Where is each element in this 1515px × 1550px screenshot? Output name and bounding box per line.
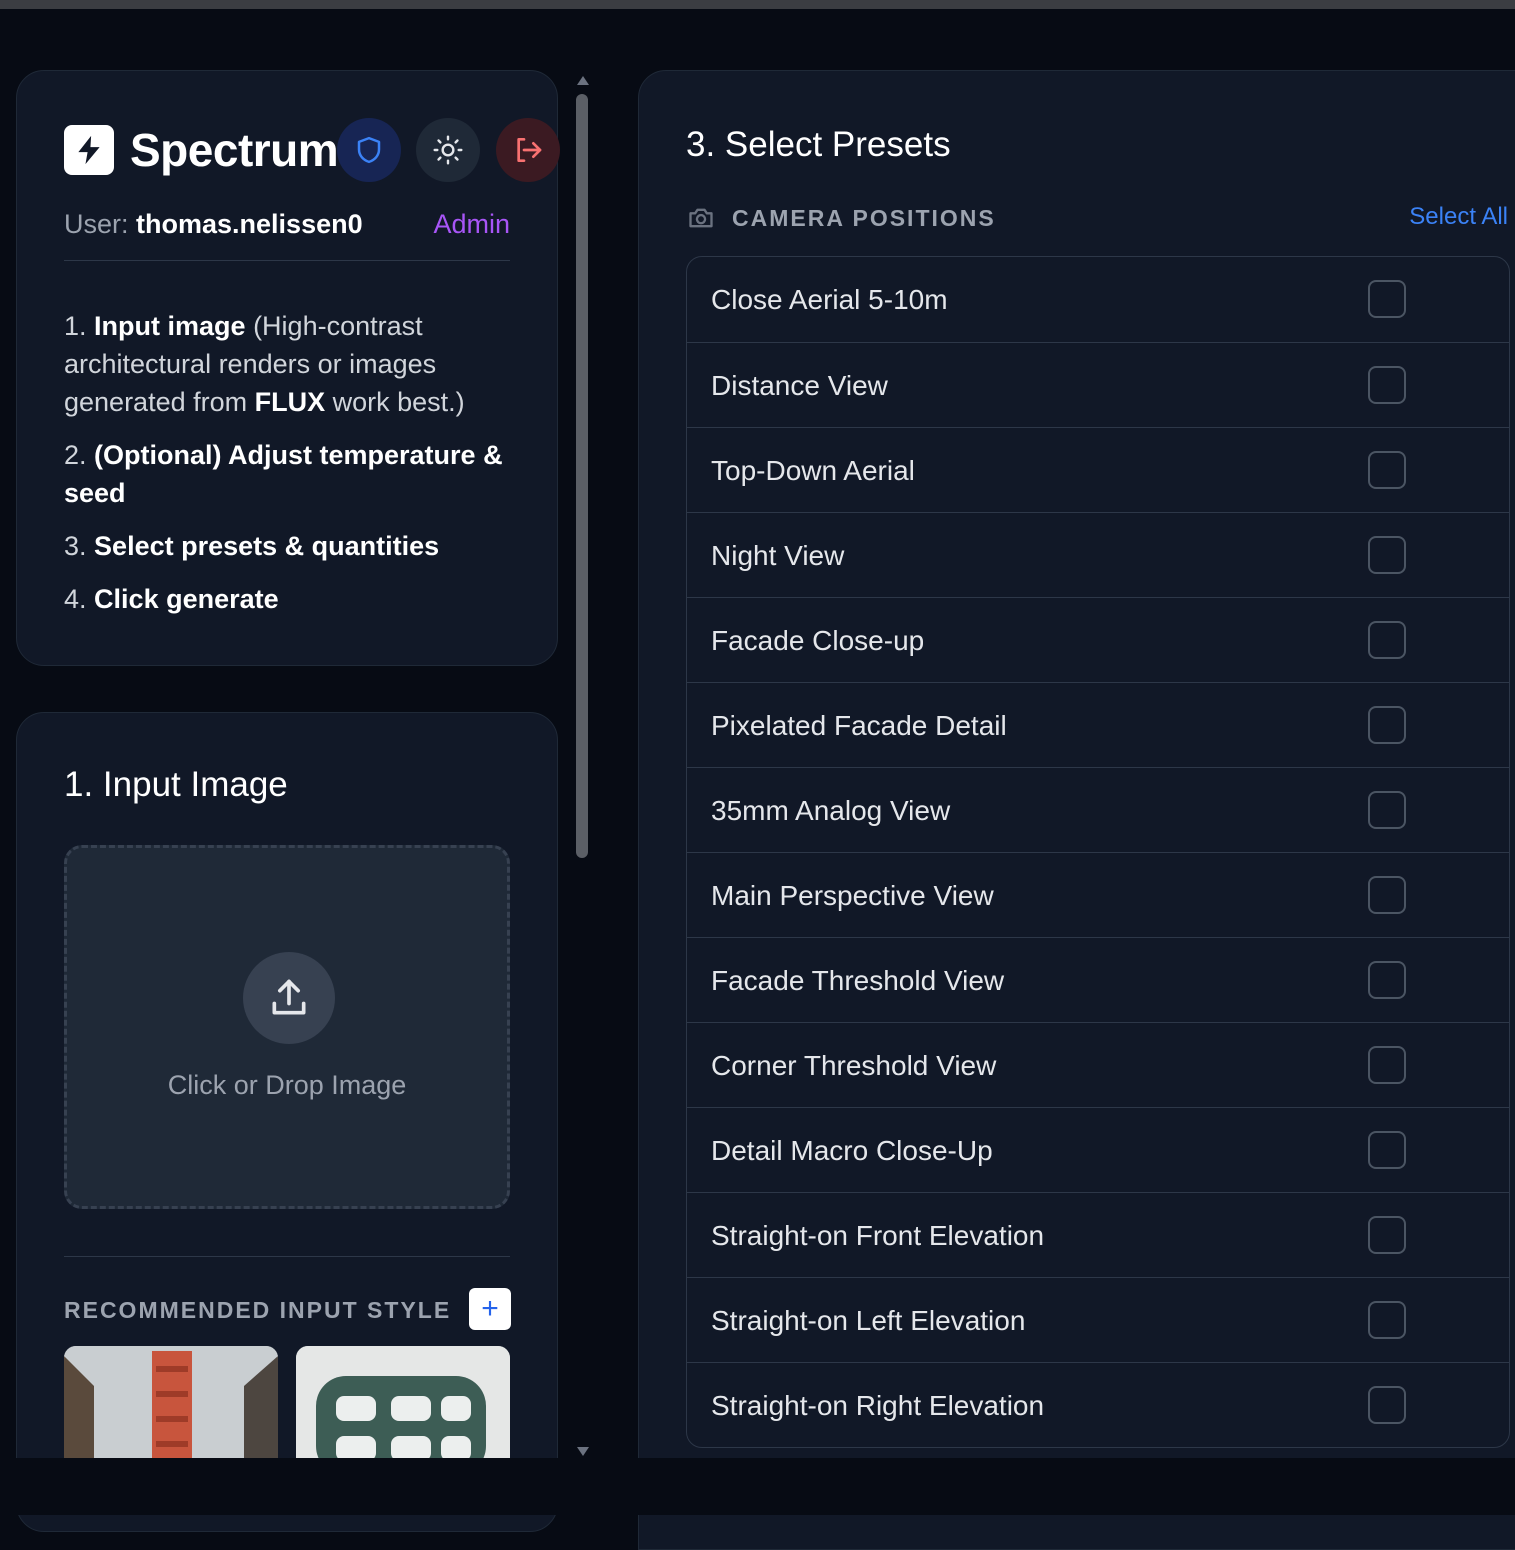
role-badge: Admin <box>433 209 510 239</box>
instruction-step-2: 2. (Optional) Adjust temperature & seed <box>64 440 503 508</box>
preset-checkbox[interactable] <box>1368 961 1406 999</box>
preset-row[interactable]: 35mm Analog View <box>687 767 1509 852</box>
preset-label: Straight-on Left Elevation <box>711 1305 1026 1336</box>
preset-checkbox[interactable] <box>1368 706 1406 744</box>
preset-row[interactable]: Main Perspective View <box>687 852 1509 937</box>
header-card: Spectrum User: thomas.nelissen0 Admin 1.… <box>16 70 560 666</box>
preset-label: Top-Down Aerial <box>711 455 915 486</box>
image-dropzone[interactable]: Click or Drop Image <box>64 845 510 1209</box>
preset-row[interactable]: Corner Threshold View <box>687 1022 1509 1107</box>
camera-positions-label: CAMERA POSITIONS <box>732 205 996 231</box>
preset-row[interactable]: Straight-on Left Elevation <box>687 1277 1509 1362</box>
preset-row[interactable]: Facade Threshold View <box>687 937 1509 1022</box>
preset-row[interactable]: Pixelated Facade Detail <box>687 682 1509 767</box>
preset-checkbox[interactable] <box>1368 1216 1406 1254</box>
username: thomas.nelissen0 <box>136 209 363 239</box>
left-scrollbar[interactable] <box>572 76 592 1456</box>
input-image-card: 1. Input Image Click or Drop Image RECOM… <box>16 712 558 1532</box>
app-name: Spectrum <box>130 124 339 176</box>
user-row: User: thomas.nelissen0 Admin <box>64 209 510 240</box>
lightning-bolt-icon <box>64 125 114 175</box>
shield-icon <box>357 136 381 164</box>
scrollbar-thumb[interactable] <box>576 94 588 858</box>
preset-label: Pixelated Facade Detail <box>711 710 1007 741</box>
logout-button[interactable] <box>496 118 560 182</box>
bottom-strip <box>0 1458 1515 1515</box>
input-divider <box>64 1256 510 1257</box>
upload-icon <box>243 952 335 1044</box>
preset-label: Corner Threshold View <box>711 1050 997 1081</box>
preset-row[interactable]: Close Aerial 5-10m <box>687 257 1509 342</box>
style-thumbnail-green-building[interactable] <box>296 1346 510 1476</box>
dropzone-text: Click or Drop Image <box>167 1070 407 1100</box>
style-thumbnail-red-tower[interactable] <box>64 1346 278 1476</box>
header-divider <box>64 260 510 261</box>
add-style-button[interactable]: + <box>469 1288 511 1330</box>
select-all-link[interactable]: Select All <box>1409 203 1508 231</box>
recommended-style-label: RECOMMENDED INPUT STYLE <box>64 1297 452 1323</box>
preset-checkbox[interactable] <box>1368 280 1406 318</box>
theme-toggle-button[interactable] <box>416 118 480 182</box>
preset-label: Night View <box>711 540 845 571</box>
window-top-bar <box>0 0 1515 9</box>
preset-label: Close Aerial 5-10m <box>711 284 948 315</box>
preset-checkbox[interactable] <box>1368 621 1406 659</box>
preset-label: Straight-on Right Elevation <box>711 1390 1045 1421</box>
instruction-step-4: 4. Click generate <box>64 584 279 614</box>
preset-checkbox[interactable] <box>1368 366 1406 404</box>
preset-checkbox[interactable] <box>1368 1131 1406 1169</box>
preset-label: Distance View <box>711 370 888 401</box>
preset-row[interactable]: Detail Macro Close-Up <box>687 1107 1509 1192</box>
scroll-up-arrow-icon[interactable] <box>577 76 589 85</box>
preset-checkbox[interactable] <box>1368 1046 1406 1084</box>
preset-label: 35mm Analog View <box>711 795 951 826</box>
preset-checkbox[interactable] <box>1368 876 1406 914</box>
preset-row[interactable]: Facade Close-up <box>687 597 1509 682</box>
input-image-title: 1. Input Image <box>64 765 288 804</box>
presets-title: 3. Select Presets <box>686 125 951 164</box>
camera-positions-header: CAMERA POSITIONS Select All <box>686 201 1508 235</box>
preset-checkbox[interactable] <box>1368 1386 1406 1424</box>
preset-list: Close Aerial 5-10m Distance View Top-Down … <box>686 256 1510 1448</box>
preset-row[interactable]: Night View <box>687 512 1509 597</box>
preset-row[interactable]: Top-Down Aerial <box>687 427 1509 512</box>
preset-checkbox[interactable] <box>1368 1301 1406 1339</box>
preset-label: Facade Threshold View <box>711 965 1005 996</box>
preset-row[interactable]: Straight-on Front Elevation <box>687 1192 1509 1277</box>
logout-icon <box>517 138 542 162</box>
preset-label: Main Perspective View <box>711 880 994 911</box>
scroll-down-arrow-icon[interactable] <box>577 1447 589 1456</box>
preset-row[interactable]: Straight-on Right Elevation <box>687 1362 1509 1447</box>
preset-label: Straight-on Front Elevation <box>711 1220 1045 1251</box>
preset-label: Facade Close-up <box>711 625 925 656</box>
preset-checkbox[interactable] <box>1368 536 1406 574</box>
brand: Spectrum <box>64 124 339 176</box>
preset-checkbox[interactable] <box>1368 791 1406 829</box>
preset-checkbox[interactable] <box>1368 451 1406 489</box>
admin-shield-button[interactable] <box>337 118 401 182</box>
preset-row[interactable]: Distance View <box>687 342 1509 427</box>
instructions: 1. Input image (High-contrast architectu… <box>64 307 519 633</box>
preset-label: Detail Macro Close-Up <box>711 1135 993 1166</box>
presets-card: 3. Select Presets CAMERA POSITIONS Selec… <box>638 70 1515 1550</box>
user-label: User: <box>64 209 129 239</box>
instruction-step-3: 3. Select presets & quantities <box>64 531 440 561</box>
instruction-step-1: 1. Input image (High-contrast architectu… <box>64 311 465 417</box>
camera-icon <box>689 208 713 228</box>
sun-icon <box>433 135 463 165</box>
